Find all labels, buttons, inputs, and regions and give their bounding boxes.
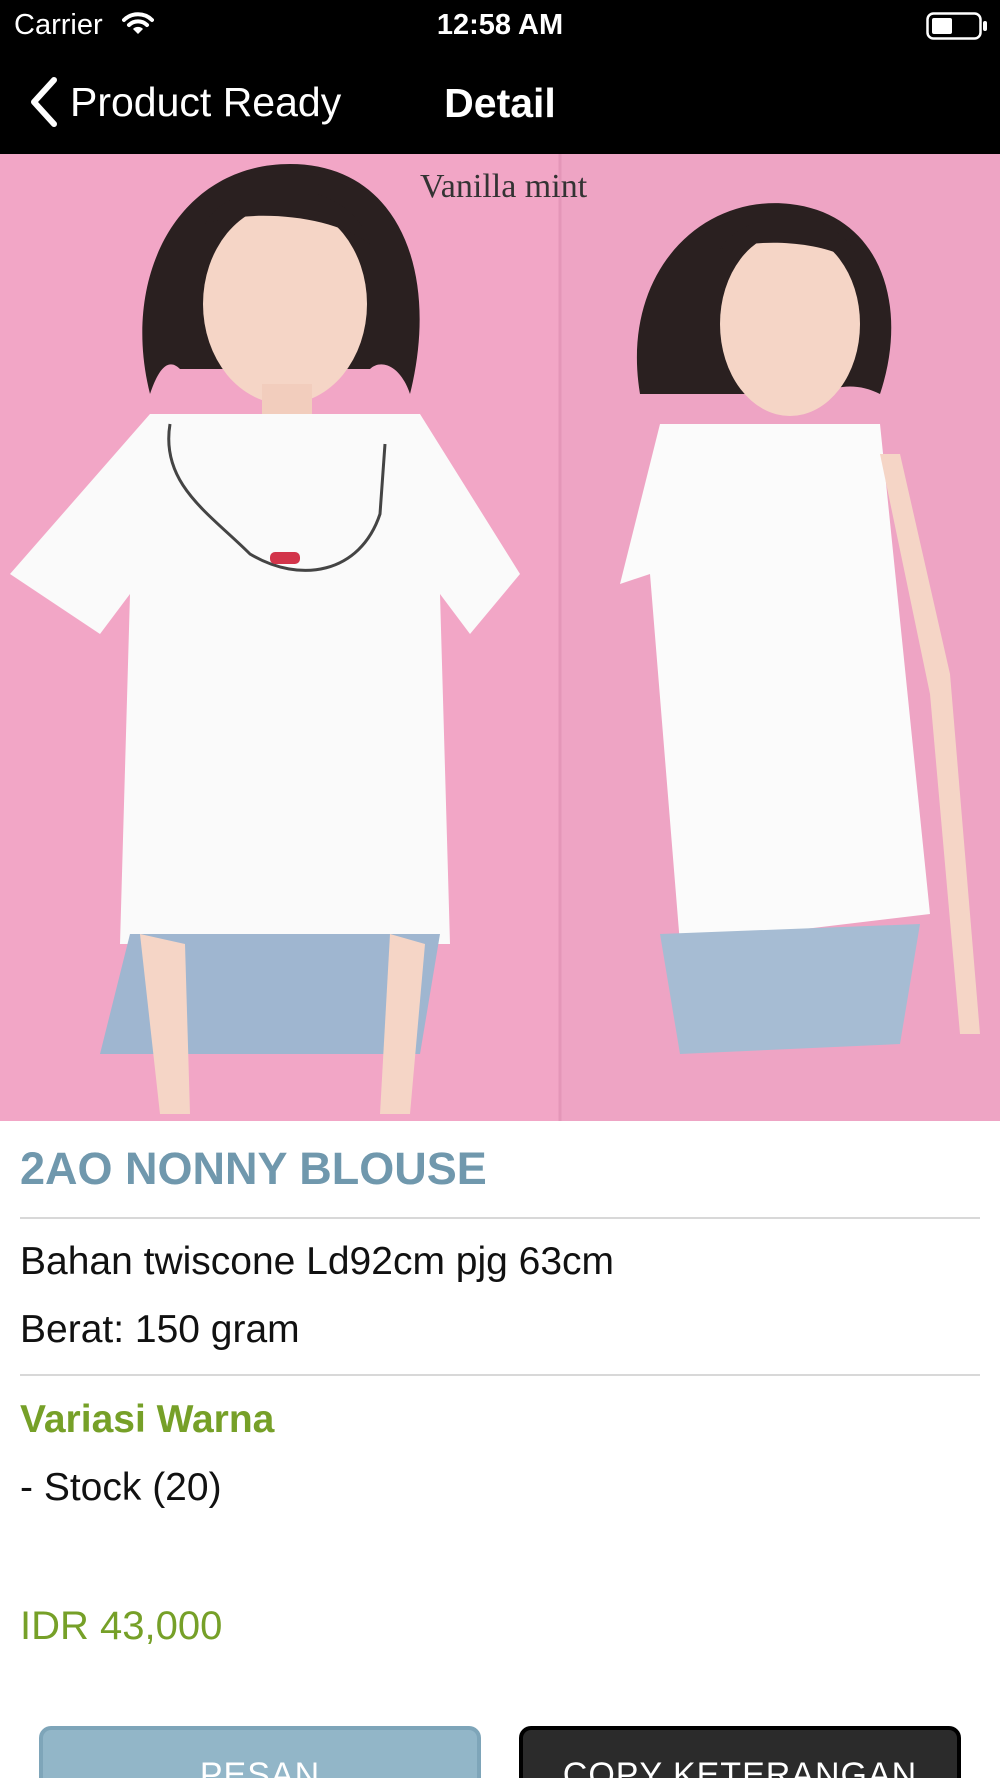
description-line-1: Bahan twiscone Ld92cm pjg 63cm (20, 1240, 615, 1283)
variant-title: Variasi Warna (20, 1398, 275, 1441)
product-name: 2AO NONNY BLOUSE (20, 1143, 487, 1194)
photo-caption: Vanilla mint (420, 168, 588, 205)
clock: 12:58 AM (436, 9, 564, 41)
stock-text: - Stock (20) (20, 1466, 222, 1509)
divider (20, 1217, 980, 1219)
order-button[interactable]: PESAN (39, 1726, 481, 1778)
product-photo-illustration (0, 154, 1000, 1121)
battery-icon (926, 12, 987, 40)
navigation-bar: Product Ready Detail (0, 50, 1000, 154)
product-photo: Vanilla mint (0, 154, 1000, 1121)
copy-description-button[interactable]: COPY KETERANGAN (519, 1726, 961, 1778)
page-title: Detail (444, 80, 556, 126)
status-bar: Carrier 12:58 AM (0, 0, 1000, 50)
description-line-2: Berat: 150 gram (20, 1308, 300, 1351)
divider (20, 1374, 980, 1376)
product-price: IDR 43,000 (20, 1604, 223, 1648)
